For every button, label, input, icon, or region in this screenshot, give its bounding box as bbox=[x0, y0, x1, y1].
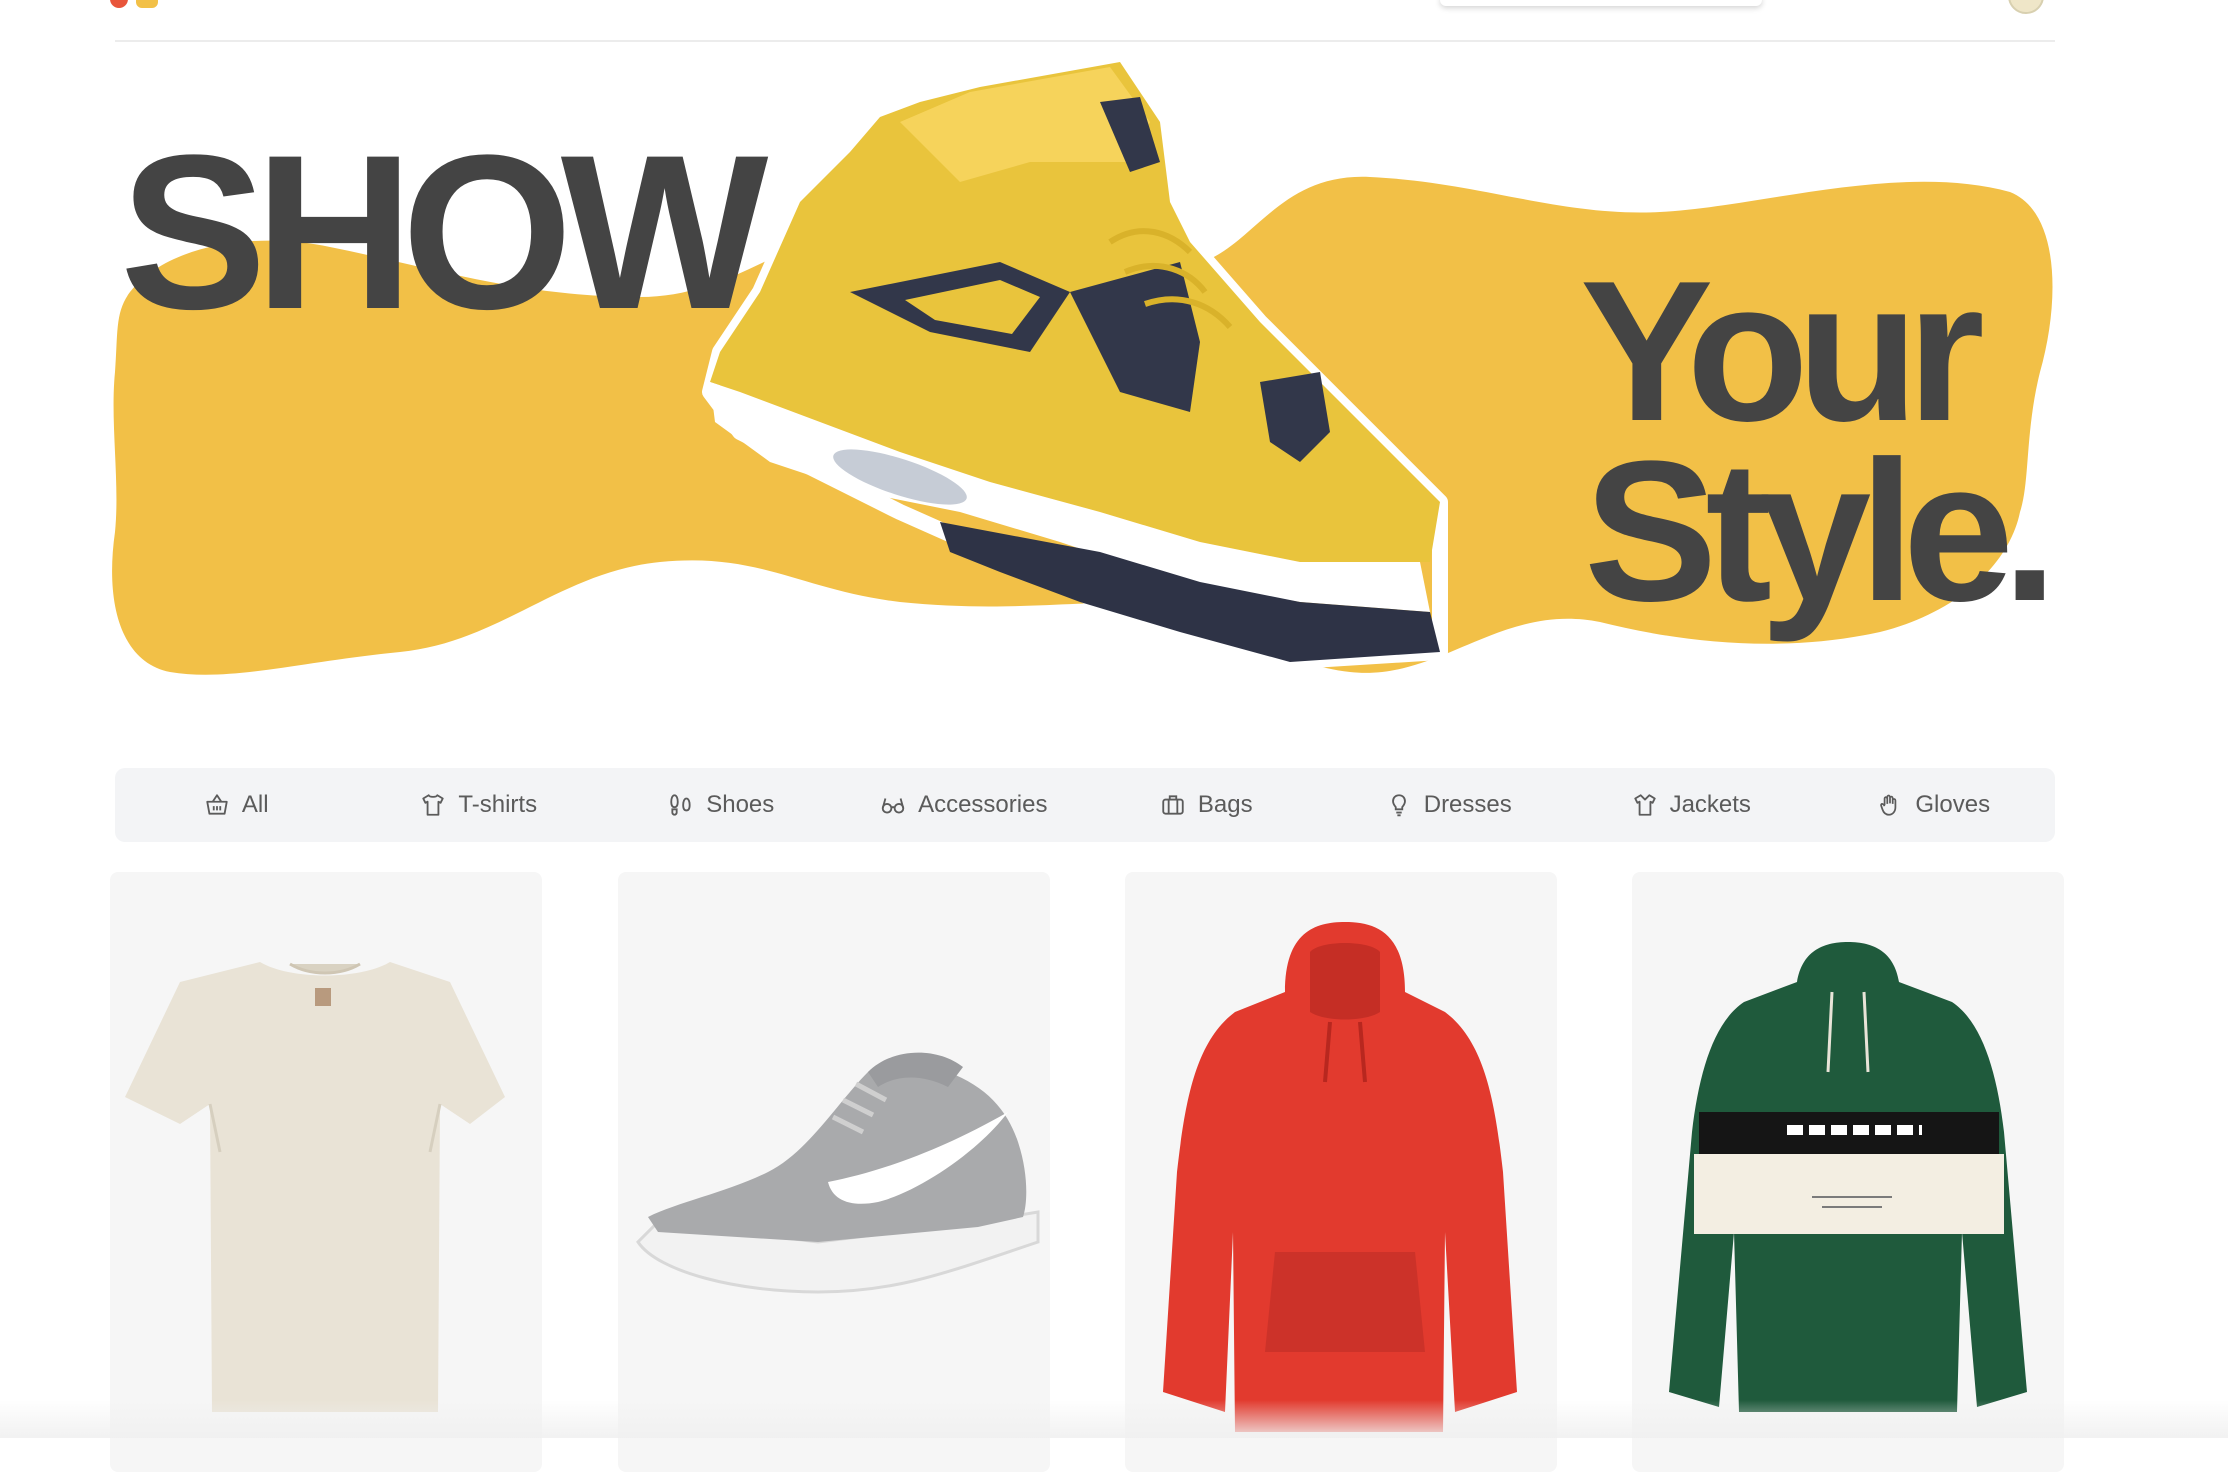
product-card-sneaker[interactable] bbox=[618, 872, 1050, 1472]
green-hoodie-image bbox=[1669, 942, 2027, 1412]
brand-logo[interactable] bbox=[110, 0, 162, 12]
tshirt-icon bbox=[422, 794, 445, 816]
grey-sneaker-image bbox=[636, 1052, 1040, 1294]
category-accessories[interactable]: Accessories bbox=[843, 791, 1086, 819]
category-gloves[interactable]: Gloves bbox=[1813, 791, 2056, 819]
category-label: Gloves bbox=[1915, 791, 1991, 818]
glasses-icon bbox=[881, 798, 905, 814]
category-label: All bbox=[241, 791, 269, 818]
cream-tshirt-image bbox=[125, 962, 505, 1412]
category-bags[interactable]: Bags bbox=[1085, 791, 1328, 819]
category-jackets[interactable]: Jackets bbox=[1570, 791, 1813, 819]
basket-icon bbox=[206, 794, 228, 815]
bottom-scroll-fade bbox=[0, 1400, 2228, 1438]
footprints-icon bbox=[670, 794, 691, 816]
category-label: Accessories bbox=[918, 791, 1048, 818]
category-label: Jackets bbox=[1669, 791, 1751, 818]
top-navbar bbox=[0, 0, 2228, 42]
category-tshirts[interactable]: T-shirts bbox=[358, 791, 601, 819]
red-hoodie-image bbox=[1163, 922, 1517, 1432]
product-grid bbox=[110, 872, 2064, 1472]
category-dresses[interactable]: Dresses bbox=[1328, 791, 1571, 819]
product-card-green-hoodie[interactable] bbox=[1632, 872, 2064, 1472]
category-all[interactable]: All bbox=[115, 791, 358, 819]
shirt-icon bbox=[1633, 794, 1656, 816]
hero-title-style: Style. bbox=[1584, 420, 2058, 643]
user-avatar[interactable] bbox=[2008, 0, 2044, 14]
category-label: Shoes bbox=[706, 791, 775, 818]
lightbulb-icon bbox=[1391, 794, 1406, 817]
category-label: Dresses bbox=[1423, 791, 1512, 818]
hand-icon bbox=[1880, 794, 1897, 816]
product-card-tshirt[interactable] bbox=[110, 872, 542, 1472]
search-input[interactable] bbox=[1440, 0, 1762, 6]
category-label: T-shirts bbox=[458, 791, 538, 818]
category-label: Bags bbox=[1197, 791, 1253, 818]
category-filter-bar: All T-shirts Shoes Accessories Bags Dres… bbox=[115, 768, 2055, 842]
hero-banner: SHOW Your Style. bbox=[0, 42, 2228, 742]
category-shoes[interactable]: Shoes bbox=[600, 791, 843, 819]
product-card-red-hoodie[interactable] bbox=[1125, 872, 1557, 1472]
briefcase-icon bbox=[1162, 795, 1184, 815]
